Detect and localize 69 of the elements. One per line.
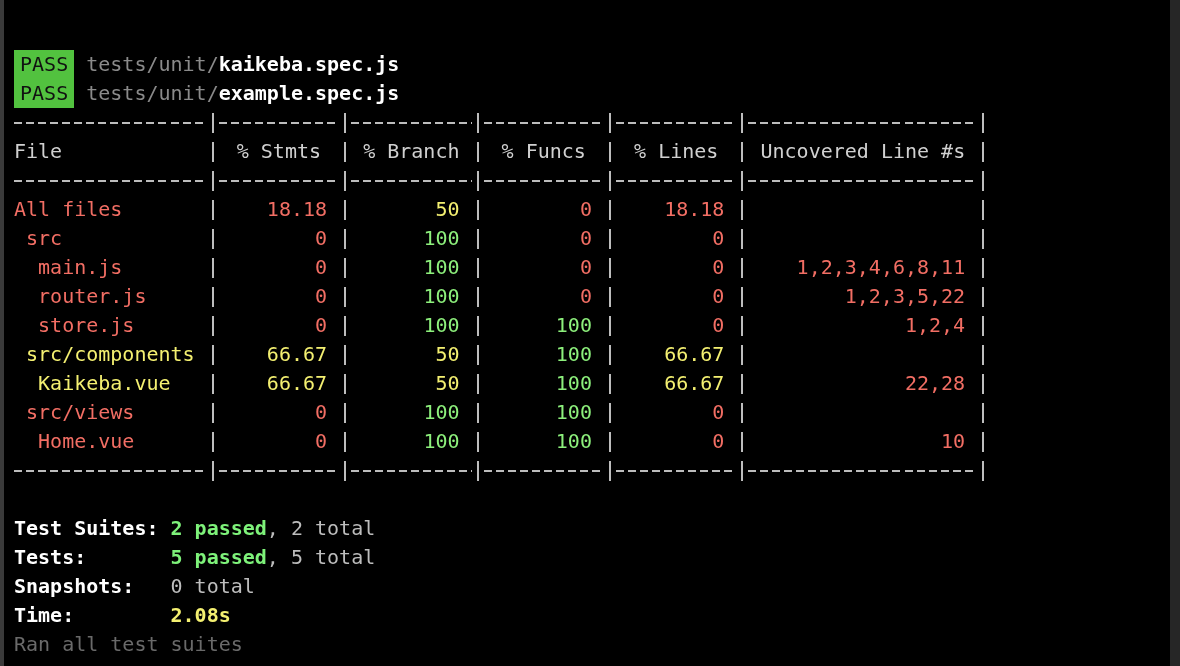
table-cell-text: 100	[554, 341, 593, 368]
table-cell-text: 100	[554, 399, 593, 426]
table-cell-text: 100	[422, 225, 461, 252]
summary-label: Test Suites:	[14, 515, 160, 542]
column-header: % Funcs	[500, 138, 587, 165]
table-cell-text: 66.67	[663, 341, 726, 368]
table-cell-text: 0	[711, 399, 726, 426]
table-cell-text: 0	[578, 196, 593, 223]
table-cell-text: 100	[422, 254, 461, 281]
test-file-path: tests/unit/kaikeba.spec.js	[86, 51, 400, 78]
table-cell-text: 0	[314, 254, 329, 281]
table-cell-text: 0	[711, 428, 726, 455]
column-header: % Branch	[362, 138, 461, 165]
table-cell-text: 10	[940, 428, 967, 455]
summary-value: 2.08s	[170, 602, 231, 629]
table-cell-text: 0	[314, 312, 329, 339]
table-cell-text: 0	[711, 312, 726, 339]
table-cell-text: 100	[422, 312, 461, 339]
table-cell-text: 0	[711, 225, 726, 252]
column-header: % Stmts	[235, 138, 323, 165]
table-cell-text: 18.18	[663, 196, 726, 223]
table-cell-text: 66.67	[265, 341, 329, 368]
column-header: File	[14, 138, 64, 165]
table-cell-text: All files	[14, 196, 124, 223]
summary-value: 2 passed, 2 total	[170, 515, 376, 542]
table-cell-text: store.js	[37, 312, 136, 339]
status-message: Ran all test suites	[14, 631, 243, 658]
table-cell-text: 100	[422, 399, 461, 426]
table-cell-text: router.js	[37, 283, 148, 310]
table-cell-text: 18.18	[265, 196, 329, 223]
table-cell-text: src	[25, 225, 64, 252]
test-file-path: tests/unit/example.spec.js	[86, 80, 400, 107]
table-cell-text: 50	[434, 341, 461, 368]
table-cell-text: 100	[422, 428, 461, 455]
table-cell-text: 66.67	[265, 370, 329, 397]
table-cell-text: 0	[314, 428, 329, 455]
table-cell-text: 0	[314, 283, 329, 310]
table-cell-text: 0	[711, 254, 726, 281]
table-cell-text: src/components	[25, 341, 196, 368]
table-cell-text: 0	[578, 225, 593, 252]
table-cell-text: 66.67	[663, 370, 726, 397]
table-cell-text: 0	[578, 254, 593, 281]
summary-label: Tests:	[14, 544, 88, 571]
table-cell-text: 50	[434, 196, 461, 223]
table-cell-text: Home.vue	[37, 428, 136, 455]
summary-label: Time:	[14, 602, 76, 629]
summary-value: 5 passed, 5 total	[170, 544, 376, 571]
table-cell-text: 100	[554, 312, 593, 339]
summary-label: Snapshots:	[14, 573, 136, 600]
table-cell-text: 22,28	[903, 370, 967, 397]
status-badge: PASS	[14, 50, 75, 79]
table-cell-text: 0	[711, 283, 726, 310]
table-cell-text: 1,2,3,4,6,8,11	[795, 254, 967, 281]
table-cell-text: 100	[422, 283, 461, 310]
table-cell-text: 100	[554, 428, 593, 455]
table-cell-text: 0	[314, 399, 329, 426]
table-cell-text: Kaikeba.vue	[37, 370, 172, 397]
table-cell-text: src/views	[25, 399, 136, 426]
column-header: Uncovered Line #s	[759, 138, 967, 165]
summary-value: 0 total	[170, 573, 255, 600]
column-header: % Lines	[633, 138, 720, 165]
table-cell-text: 0	[314, 225, 329, 252]
status-badge: PASS	[14, 79, 75, 108]
table-cell-text: 1,2,4	[903, 312, 967, 339]
table-cell-text: 50	[434, 370, 461, 397]
table-cell-text: main.js	[37, 254, 124, 281]
table-cell-text: 0	[578, 283, 593, 310]
table-cell-text: 1,2,3,5,22	[843, 283, 967, 310]
table-cell-text: 100	[554, 370, 593, 397]
